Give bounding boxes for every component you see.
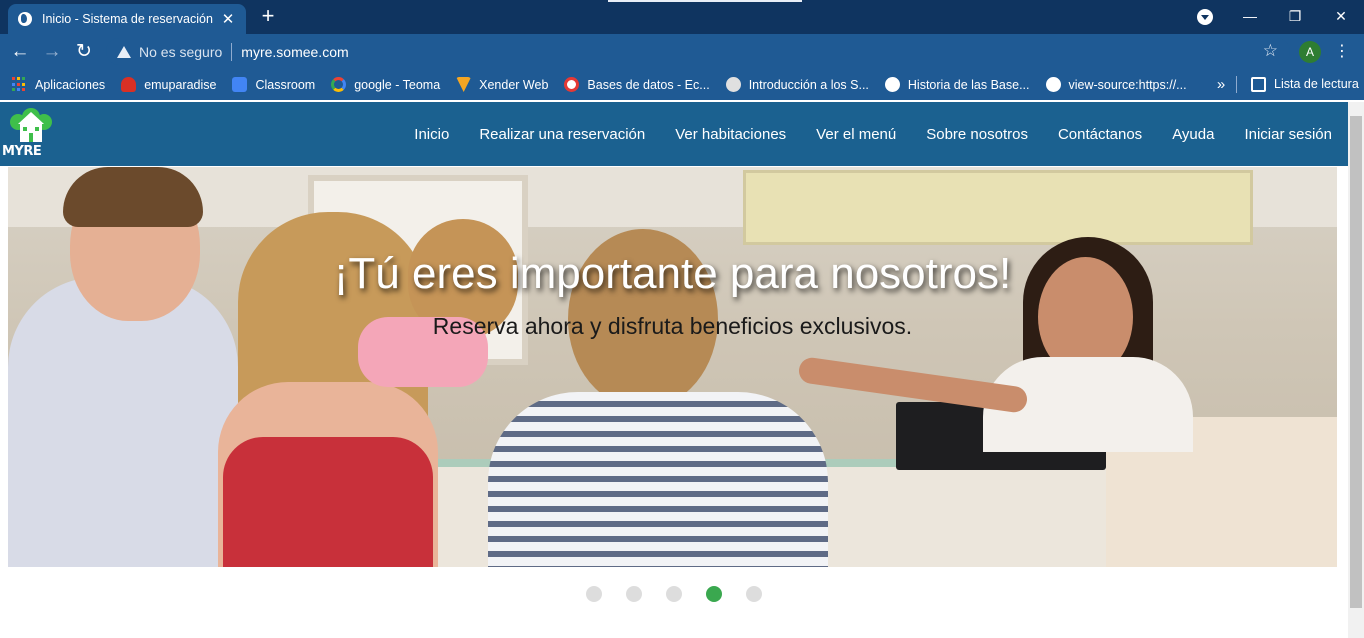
close-window-button[interactable]: ✕: [1318, 0, 1364, 32]
browser-tabstrip: Inicio - Sistema de reservación ✕ + — ❐ …: [0, 0, 1364, 34]
globe-icon: [884, 77, 900, 92]
nav-iniciar-sesion[interactable]: Iniciar sesión: [1244, 126, 1332, 143]
carousel-dot[interactable]: [746, 586, 762, 602]
bookmark-label: Xender Web: [479, 77, 549, 92]
hero-wall-art: [743, 170, 1253, 245]
hero-subheadline: Reserva ahora y disfruta beneficios excl…: [432, 313, 913, 339]
bookmark-apps[interactable]: Aplicaciones: [0, 72, 113, 98]
tab-title: Inicio - Sistema de reservación: [42, 12, 213, 26]
bookmark-label: view-source:https://...: [1068, 77, 1187, 92]
bookmark-label: Bases de datos - Ec...: [587, 77, 710, 92]
reading-list-label: Lista de lectura: [1274, 77, 1359, 91]
back-button[interactable]: ←: [7, 39, 33, 65]
nav-sobre-nosotros[interactable]: Sobre nosotros: [926, 126, 1028, 143]
globe-icon: [18, 12, 32, 26]
hero-headline: ¡Tú eres importante para nosotros!: [333, 249, 1012, 298]
ecured-icon: [564, 77, 580, 92]
carousel-dot[interactable]: [666, 586, 682, 602]
xender-icon: [456, 77, 472, 92]
nav-ayuda[interactable]: Ayuda: [1172, 126, 1214, 143]
warning-icon[interactable]: [117, 45, 131, 58]
window-drag-indicator: [608, 0, 802, 2]
mushroom-icon: [121, 77, 137, 92]
site-logo[interactable]: MYRE: [2, 106, 60, 164]
bookmark-google-teoma[interactable]: google - Teoma: [323, 72, 448, 98]
hero-carousel-slide: ¡Tú eres importante para nosotros! Reser…: [8, 167, 1337, 567]
site-menu: Inicio Realizar una reservación Ver habi…: [414, 102, 1332, 166]
bookmark-classroom[interactable]: Classroom: [224, 72, 323, 98]
url-text[interactable]: myre.somee.com: [241, 44, 348, 60]
carousel-indicators: [0, 586, 1348, 602]
google-icon: [331, 77, 347, 92]
new-tab-button[interactable]: +: [256, 4, 280, 28]
house-logo-icon: [10, 108, 52, 142]
restore-button[interactable]: ❐: [1272, 0, 1318, 32]
carousel-dot[interactable]: [626, 586, 642, 602]
mother-top: [223, 437, 433, 567]
logo-text: MYRE: [2, 144, 42, 159]
carousel-dot[interactable]: [586, 586, 602, 602]
browser-tab-active[interactable]: Inicio - Sistema de reservación ✕: [8, 4, 246, 34]
bookmark-label: google - Teoma: [354, 77, 441, 92]
bookmark-label: Historia de las Base...: [907, 77, 1030, 92]
profile-avatar[interactable]: A: [1299, 41, 1321, 63]
page-scrollbar[interactable]: [1348, 102, 1364, 638]
nav-inicio[interactable]: Inicio: [414, 126, 449, 143]
bookmark-historia[interactable]: Historia de las Base...: [877, 72, 1038, 98]
security-status[interactable]: No es seguro: [139, 44, 222, 60]
bookmark-xender[interactable]: Xender Web: [448, 72, 556, 98]
father-hair: [63, 167, 203, 227]
bookmark-view-source[interactable]: view-source:https://...: [1038, 72, 1195, 98]
bookmark-emuparadise[interactable]: emuparadise: [113, 72, 224, 98]
bookmark-label: Aplicaciones: [35, 77, 106, 92]
scrollbar-thumb[interactable]: [1350, 116, 1362, 608]
bookmark-bases-datos[interactable]: Bases de datos - Ec...: [556, 72, 717, 98]
bookmark-label: Classroom: [255, 77, 316, 92]
classroom-icon: [232, 77, 248, 92]
apps-grid-icon: [12, 77, 27, 92]
address-bar[interactable]: No es seguro myre.somee.com ☆: [106, 38, 1290, 65]
bookmarks-overflow-button[interactable]: »: [1212, 69, 1230, 100]
globe-icon: [1045, 77, 1061, 92]
nav-realizar-reservacion[interactable]: Realizar una reservación: [479, 126, 645, 143]
bookmark-label: Introducción a los S...: [748, 77, 869, 92]
bookmark-label: emuparadise: [144, 77, 217, 92]
minimize-button[interactable]: —: [1227, 0, 1273, 32]
bookmarks-bar: Aplicaciones emuparadise Classroom googl…: [0, 69, 1364, 100]
reload-button[interactable]: ↻: [71, 39, 97, 65]
nav-contactanos[interactable]: Contáctanos: [1058, 126, 1142, 143]
tab-search-icon[interactable]: [1197, 9, 1213, 25]
reading-list-button[interactable]: Lista de lectura: [1243, 71, 1364, 97]
tab-close-icon[interactable]: ✕: [220, 10, 236, 28]
browser-toolbar: ← → ↻ No es seguro myre.somee.com ☆ A ⋮: [0, 34, 1364, 69]
address-separator: [231, 42, 233, 61]
site-navbar: MYRE Inicio Realizar una reservación Ver…: [0, 102, 1348, 166]
gear-icon: [725, 77, 741, 92]
carousel-dot-active[interactable]: [706, 586, 722, 602]
browser-menu-icon[interactable]: ⋮: [1334, 41, 1350, 63]
bookmark-introduccion[interactable]: Introducción a los S...: [718, 72, 877, 98]
nav-ver-habitaciones[interactable]: Ver habitaciones: [675, 126, 786, 143]
page-viewport: MYRE Inicio Realizar una reservación Ver…: [0, 100, 1364, 638]
boy-striped-shirt: [488, 392, 828, 567]
bookmarks-separator: [1236, 76, 1237, 93]
bookmark-star-icon[interactable]: ☆: [1263, 41, 1278, 61]
nav-ver-menu[interactable]: Ver el menú: [816, 126, 896, 143]
forward-button[interactable]: →: [39, 39, 65, 65]
hero-caption: ¡Tú eres importante para nosotros! Reser…: [8, 249, 1337, 340]
reading-list-icon: [1251, 76, 1266, 92]
